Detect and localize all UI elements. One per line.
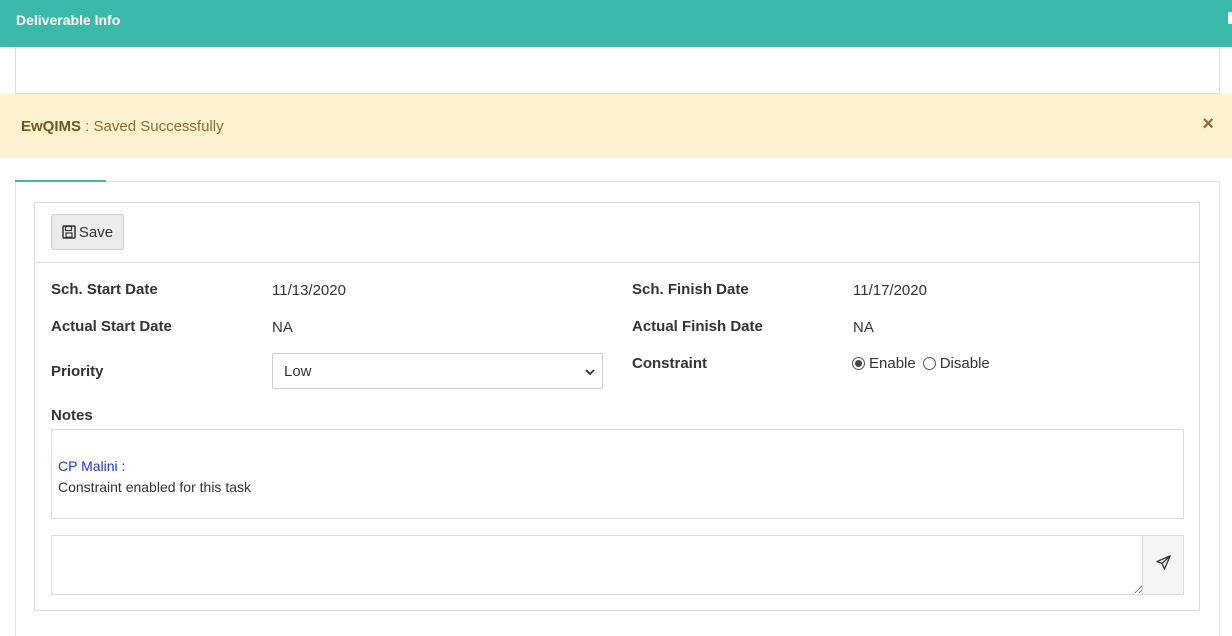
top-panel	[15, 47, 1220, 94]
alert-separator: :	[81, 118, 94, 135]
header-edge-control[interactable]	[1228, 12, 1232, 24]
priority-label: Priority	[51, 363, 104, 380]
notes-label: Notes	[51, 407, 93, 424]
alert-app-name: EwQIMS	[21, 118, 82, 135]
page-header: Deliverable Info	[0, 0, 1232, 47]
sch-start-date-label: Sch. Start Date	[51, 281, 158, 298]
card-toolbar: Save	[35, 203, 1199, 263]
save-button-label: Save	[78, 223, 114, 241]
constraint-disable-option[interactable]: Disable	[922, 355, 990, 372]
constraint-label: Constraint	[632, 355, 707, 372]
sch-finish-date-value: 11/17/2020	[853, 282, 927, 299]
save-button[interactable]: Save	[51, 214, 124, 250]
note-text: Constraint enabled for this task	[58, 479, 251, 495]
alert-text: EwQIMS : Saved Successfully	[21, 118, 224, 135]
send-button[interactable]	[1142, 536, 1183, 594]
priority-select[interactable]: Low	[272, 353, 603, 389]
actual-finish-date-label: Actual Finish Date	[632, 318, 763, 335]
constraint-enable-label: Enable	[869, 355, 916, 372]
constraint-enable-option[interactable]: Enable	[852, 355, 916, 372]
paper-plane-icon	[1155, 554, 1172, 576]
alert-message: Saved Successfully	[93, 118, 224, 135]
header-title: Deliverable Info	[16, 12, 121, 28]
priority-selected-value: Low	[284, 362, 312, 380]
constraint-disable-radio[interactable]	[922, 357, 936, 370]
actual-start-date-value: NA	[272, 319, 293, 336]
constraint-disable-label: Disable	[939, 355, 990, 372]
chevron-down-icon	[584, 365, 596, 382]
floppy-disk-icon	[62, 225, 76, 239]
note-author: CP Malini :	[58, 458, 126, 474]
success-alert: EwQIMS : Saved Successfully ×	[0, 94, 1232, 158]
deliverable-card: Save Sch. Start Date 11/13/2020 Sch. Fin…	[34, 202, 1200, 611]
sch-start-date-value: 11/13/2020	[272, 282, 346, 299]
constraint-radio-group: Enable Disable	[852, 355, 997, 372]
notes-box: CP Malini : Constraint enabled for this …	[51, 429, 1184, 519]
alert-close-button[interactable]: ×	[1202, 113, 1214, 136]
comment-box	[51, 535, 1184, 595]
actual-start-date-label: Actual Start Date	[51, 318, 172, 335]
sch-finish-date-label: Sch. Finish Date	[632, 281, 749, 298]
constraint-enable-radio[interactable]	[852, 357, 865, 370]
comment-input[interactable]	[52, 536, 1143, 594]
tab-strip	[15, 158, 1220, 182]
actual-finish-date-value: NA	[853, 319, 874, 336]
